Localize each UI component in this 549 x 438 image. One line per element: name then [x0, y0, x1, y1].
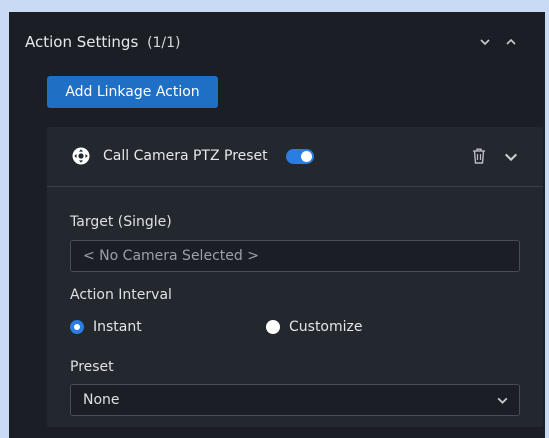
preset-label: Preset [70, 359, 114, 375]
trash-icon[interactable] [471, 147, 487, 165]
radio-customize-label: Customize [289, 319, 363, 335]
action-enabled-toggle[interactable] [286, 149, 314, 164]
action-card-header[interactable]: Call Camera PTZ Preset [47, 127, 543, 187]
action-card: Call Camera PTZ Preset Target (Single) <… [47, 127, 543, 427]
add-linkage-action-button[interactable]: Add Linkage Action [47, 76, 218, 108]
radio-instant[interactable]: Instant [70, 319, 142, 335]
action-interval-label: Action Interval [70, 287, 172, 303]
radio-customize[interactable]: Customize [266, 319, 363, 335]
preset-value: None [83, 392, 120, 408]
radio-instant-label: Instant [93, 319, 142, 335]
chevron-down-icon[interactable] [477, 34, 493, 50]
toggle-knob [301, 151, 312, 162]
preset-select[interactable]: None [70, 384, 520, 416]
panel-header: Action Settings (1/1) [9, 12, 545, 72]
action-title: Call Camera PTZ Preset [103, 148, 268, 164]
panel-title: Action Settings (1/1) [25, 33, 181, 51]
ptz-camera-icon [72, 147, 90, 165]
radio-selected-icon [70, 320, 84, 334]
target-placeholder: < No Camera Selected > [83, 248, 259, 264]
chevron-down-icon [497, 397, 508, 404]
target-label: Target (Single) [70, 214, 172, 230]
target-camera-field[interactable]: < No Camera Selected > [70, 240, 520, 272]
action-count: (1/1) [147, 35, 181, 51]
radio-unselected-icon [266, 320, 280, 334]
card-chevron-down-icon[interactable] [503, 149, 519, 165]
chevron-up-icon[interactable] [503, 34, 519, 50]
panel-title-text: Action Settings [25, 33, 139, 51]
action-settings-panel: Action Settings (1/1) Add Linkage Action… [9, 12, 545, 438]
